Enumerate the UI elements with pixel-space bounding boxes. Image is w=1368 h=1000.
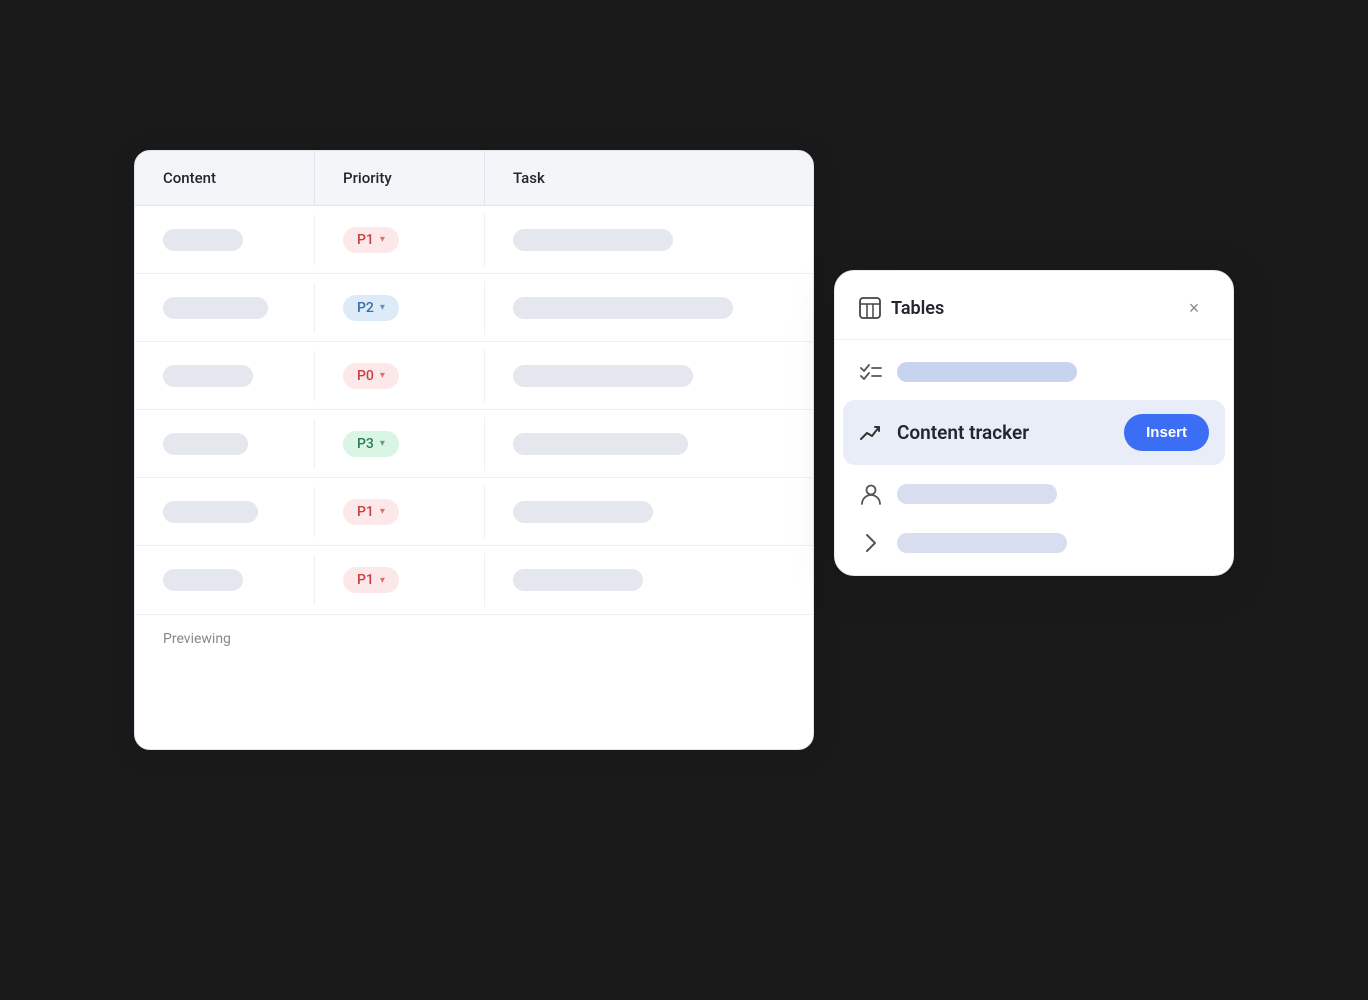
content-pill xyxy=(163,365,253,387)
previewing-label: Previewing xyxy=(163,631,231,647)
chevron-down-icon: ▾ xyxy=(380,438,385,449)
column-priority: Priority xyxy=(315,151,485,205)
priority-badge-p1[interactable]: P1 ▾ xyxy=(343,499,399,525)
popup-item-content-tracker[interactable]: Content tracker Insert xyxy=(843,400,1225,465)
item-label-pill xyxy=(897,533,1067,553)
person-icon xyxy=(859,483,883,505)
priority-badge-p0[interactable]: P0 ▾ xyxy=(343,363,399,389)
popup-title-group: Tables xyxy=(859,297,944,319)
priority-badge-p1[interactable]: P1 ▾ xyxy=(343,567,399,593)
popup-item-chevron[interactable] xyxy=(835,519,1233,567)
cell-task xyxy=(485,283,813,333)
table-row: P1 ▾ xyxy=(135,546,813,614)
cell-task xyxy=(485,351,813,401)
task-pill xyxy=(513,569,643,591)
content-pill xyxy=(163,229,243,251)
chevron-down-icon: ▾ xyxy=(380,302,385,313)
cell-priority[interactable]: P2 ▾ xyxy=(315,281,485,335)
cell-content xyxy=(135,487,315,537)
cell-task xyxy=(485,419,813,469)
cell-task xyxy=(485,487,813,537)
cell-priority[interactable]: P1 ▾ xyxy=(315,485,485,539)
cell-priority[interactable]: P1 ▾ xyxy=(315,553,485,607)
cell-priority[interactable]: P3 ▾ xyxy=(315,417,485,471)
table-icon xyxy=(859,297,881,319)
item-label-pill xyxy=(897,484,1057,504)
priority-badge-p2[interactable]: P2 ▾ xyxy=(343,295,399,321)
table-footer: Previewing xyxy=(135,614,813,663)
cell-priority[interactable]: P1 ▾ xyxy=(315,213,485,267)
popup-title: Tables xyxy=(891,298,944,319)
table-row: P1 ▾ xyxy=(135,206,813,274)
chevron-down-icon: ▾ xyxy=(380,234,385,245)
column-content: Content xyxy=(135,151,315,205)
task-pill xyxy=(513,297,733,319)
cell-task xyxy=(485,555,813,605)
trending-icon xyxy=(859,423,883,443)
column-task: Task xyxy=(485,151,813,205)
task-pill xyxy=(513,501,653,523)
chevron-down-icon: ▾ xyxy=(380,575,385,586)
table-header: Content Priority Task xyxy=(135,151,813,206)
popup-list: Content tracker Insert xyxy=(835,340,1233,575)
table-row: P1 ▾ xyxy=(135,478,813,546)
popup-header: Tables × xyxy=(835,271,1233,340)
task-pill xyxy=(513,433,688,455)
table-panel: Content Priority Task P1 ▾ xyxy=(134,150,814,750)
cell-content xyxy=(135,283,315,333)
cell-task xyxy=(485,215,813,265)
task-pill xyxy=(513,229,673,251)
cell-content xyxy=(135,419,315,469)
priority-badge-p1[interactable]: P1 ▾ xyxy=(343,227,399,253)
content-pill xyxy=(163,501,258,523)
table-row: P2 ▾ xyxy=(135,274,813,342)
table-row: P3 ▾ xyxy=(135,410,813,478)
popup-item-checklist[interactable] xyxy=(835,348,1233,396)
cell-content xyxy=(135,351,315,401)
cell-content xyxy=(135,555,315,605)
item-label-pill xyxy=(897,362,1077,382)
table-row: P0 ▾ xyxy=(135,342,813,410)
content-pill xyxy=(163,433,248,455)
task-pill xyxy=(513,365,693,387)
popup-item-person[interactable] xyxy=(835,469,1233,519)
insert-button[interactable]: Insert xyxy=(1124,414,1209,451)
priority-badge-p3[interactable]: P3 ▾ xyxy=(343,431,399,457)
content-pill xyxy=(163,569,243,591)
tables-popup: Tables × xyxy=(834,270,1234,576)
chevron-down-icon: ▾ xyxy=(380,370,385,381)
table-body: P1 ▾ P2 ▾ xyxy=(135,206,813,614)
checklist-icon xyxy=(859,363,883,381)
content-pill xyxy=(163,297,268,319)
close-button[interactable]: × xyxy=(1179,293,1209,323)
chevron-right-icon xyxy=(859,533,883,553)
content-tracker-label: Content tracker xyxy=(897,421,1110,444)
cell-content xyxy=(135,215,315,265)
cell-priority[interactable]: P0 ▾ xyxy=(315,349,485,403)
chevron-down-icon: ▾ xyxy=(380,506,385,517)
